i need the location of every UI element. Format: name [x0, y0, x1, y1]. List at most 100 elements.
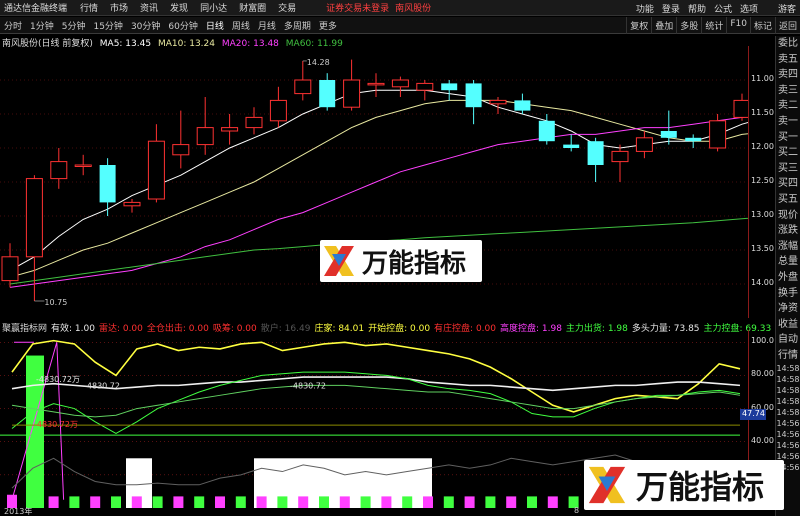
sidebar-item[interactable]: 14:56: [776, 429, 800, 440]
guest-button[interactable]: 游客: [778, 2, 796, 15]
year-label: 2013年: [4, 507, 33, 516]
candle-body-up: [294, 79, 312, 95]
sidebar-item[interactable]: 14:56: [776, 418, 800, 429]
sidebar-item[interactable]: 卖四: [776, 67, 800, 83]
sidebar-item[interactable]: 自动: [776, 332, 800, 348]
menu-shichang[interactable]: 市场: [110, 1, 128, 14]
indicator-bar: [547, 496, 558, 508]
indicator-bar: [173, 496, 184, 508]
sidebar-item[interactable]: 买五: [776, 192, 800, 208]
period-daily[interactable]: 日线: [202, 19, 228, 32]
menu-zixun[interactable]: 资讯: [140, 1, 158, 14]
sidebar-item[interactable]: 涨幅: [776, 239, 800, 255]
window-buttons: 功能 登录 帮助 公式 选项 游客: [628, 2, 796, 15]
period-more[interactable]: 更多: [315, 19, 341, 32]
period-multi[interactable]: 多周期: [280, 19, 315, 32]
sidebar-item[interactable]: 总量: [776, 254, 800, 270]
period-5min[interactable]: 5分钟: [58, 19, 90, 32]
sidebar-item[interactable]: 买四: [776, 176, 800, 192]
login-button[interactable]: 登录: [662, 2, 680, 15]
sidebar-item[interactable]: 卖五: [776, 52, 800, 68]
tool-tongji[interactable]: 统计: [701, 17, 726, 34]
options-button[interactable]: 选项: [740, 2, 758, 15]
price-tick-label: 13.50: [751, 244, 774, 253]
sidebar-item[interactable]: 买二: [776, 145, 800, 161]
indicator-bar: [69, 496, 80, 508]
sidebar-item[interactable]: 14:58: [776, 407, 800, 418]
indicator-bar: [485, 496, 496, 508]
period-weekly[interactable]: 周线: [228, 19, 254, 32]
indicator-value-label: -4830.72: [84, 382, 120, 391]
candle-body-down: [685, 137, 702, 142]
login-notice[interactable]: 证券交易未登录: [326, 1, 389, 14]
help-button[interactable]: 帮助: [688, 2, 706, 15]
sidebar-item[interactable]: 14:58: [776, 363, 800, 374]
sidebar-item[interactable]: 卖二: [776, 98, 800, 114]
tool-fuquan[interactable]: 复权: [626, 17, 651, 34]
candle-body-up: [1, 256, 19, 282]
menu-caifuquan[interactable]: 财富圈: [239, 1, 266, 14]
candle-body-up: [343, 79, 361, 108]
sidebar-item[interactable]: 现价: [776, 208, 800, 224]
sidebar-item[interactable]: 卖一: [776, 114, 800, 130]
formula-button[interactable]: 公式: [714, 2, 732, 15]
gongneng-button[interactable]: 功能: [636, 2, 654, 15]
watermark-text-secondary: 万能指标: [636, 468, 765, 506]
indicator-line: [11, 371, 741, 435]
sidebar-item[interactable]: 14:58: [776, 374, 800, 385]
menu-hangqing[interactable]: 行情: [80, 1, 98, 14]
period-1min[interactable]: 1分钟: [26, 19, 58, 32]
sidebar-item[interactable]: 买三: [776, 161, 800, 177]
sidebar-item[interactable]: 卖三: [776, 83, 800, 99]
sidebar-item[interactable]: 收益: [776, 317, 800, 333]
watermark-icon: [588, 466, 626, 504]
tool-fanhui[interactable]: 返回: [774, 17, 800, 34]
indicator-line: [11, 339, 741, 413]
candle-body-up: [611, 150, 629, 163]
sidebar-item[interactable]: 委比: [776, 36, 800, 52]
indicator-bar: [402, 496, 413, 508]
period-toolbar: 分时 1分钟 5分钟 15分钟 30分钟 60分钟 日线 周线 月线 多周期 更…: [0, 17, 800, 34]
sidebar-item[interactable]: 换手: [776, 286, 800, 302]
menu-jiaoyi[interactable]: 交易: [278, 1, 296, 14]
menu-tongxiaoda[interactable]: 同小达: [200, 1, 227, 14]
sidebar-item[interactable]: 涨跌: [776, 223, 800, 239]
sidebar-item[interactable]: 14:58: [776, 396, 800, 407]
price-axis: 14.00 13.50 13.00 12.50 12.00 11.50 11.00: [748, 46, 774, 318]
watermark-logo: 万能指标: [320, 240, 482, 282]
period-60min[interactable]: 60分钟: [164, 19, 201, 32]
sidebar-item[interactable]: 外盘: [776, 270, 800, 286]
candle-body-down: [319, 80, 336, 108]
candle-body-down: [465, 83, 482, 108]
sidebar-item[interactable]: 买一: [776, 130, 800, 146]
tool-f10[interactable]: F10: [726, 17, 750, 34]
candle-body-up: [196, 127, 214, 146]
period-fenshi[interactable]: 分时: [0, 19, 26, 32]
indicator-bar: [443, 496, 454, 508]
indicator-bar: [111, 496, 121, 508]
watermark-text: 万能指标: [362, 248, 467, 279]
indicator-bar: [152, 496, 163, 508]
candle-body-down: [99, 165, 116, 203]
price-tick-label: 12.50: [751, 176, 774, 185]
indicator-bar: [215, 496, 225, 508]
sidebar-item[interactable]: 14:56: [776, 440, 800, 451]
tool-biaoji[interactable]: 标记: [749, 17, 775, 34]
stock-name-menu[interactable]: 南风股份: [395, 1, 431, 14]
tool-duogu[interactable]: 多股: [676, 17, 701, 34]
tool-diejia[interactable]: 叠加: [651, 17, 676, 34]
period-30min[interactable]: 30分钟: [127, 19, 164, 32]
candle-body-up: [635, 137, 653, 152]
indicator-bar: [298, 496, 309, 508]
indicator-bar: [48, 496, 59, 508]
period-monthly[interactable]: 月线: [254, 19, 280, 32]
sidebar-item[interactable]: 行情: [776, 348, 800, 364]
menu-faxian[interactable]: 发现: [170, 1, 188, 14]
candle-body-up: [709, 120, 727, 149]
sidebar-item[interactable]: 14:58: [776, 385, 800, 396]
watermark-icon: [324, 246, 354, 276]
candle-body-down: [660, 131, 677, 138]
period-15min[interactable]: 15分钟: [89, 19, 126, 32]
candle-body-down: [514, 100, 531, 111]
sidebar-item[interactable]: 净资: [776, 301, 800, 317]
